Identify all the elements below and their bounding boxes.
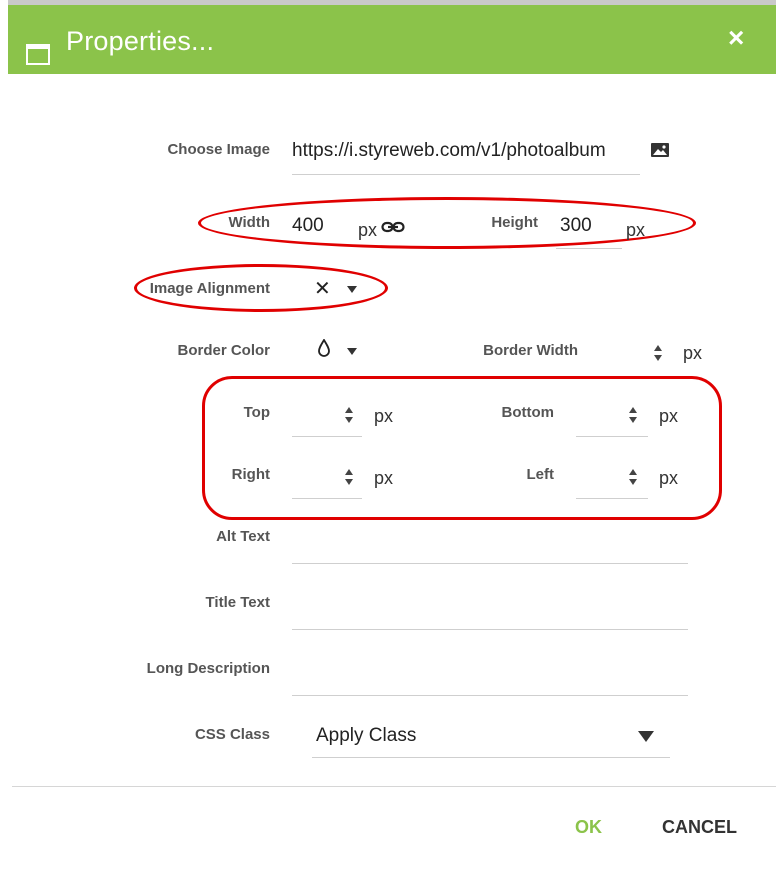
bottom-spinner[interactable] xyxy=(627,406,639,426)
css-class-select[interactable]: Apply Class xyxy=(316,725,416,747)
right-spinner[interactable] xyxy=(343,468,355,488)
long-description-label: Long Description xyxy=(146,660,270,677)
left-underline xyxy=(576,498,648,499)
title-text-input[interactable] xyxy=(292,629,688,630)
width-input[interactable]: 400 xyxy=(292,215,324,237)
width-label: Width xyxy=(228,214,270,231)
css-class-underline xyxy=(312,757,670,758)
left-spinner[interactable] xyxy=(627,468,639,488)
border-color-caret[interactable] xyxy=(347,348,357,355)
dialog-title: Properties... xyxy=(66,26,215,56)
left-unit: px xyxy=(659,468,679,488)
right-label: Right xyxy=(231,466,270,483)
css-class-dropdown-caret[interactable] xyxy=(638,731,654,742)
border-width-spinner[interactable] xyxy=(652,344,664,364)
alt-text-label: Alt Text xyxy=(216,528,270,545)
height-underline xyxy=(556,248,622,249)
top-unit: px xyxy=(374,406,394,426)
height-input[interactable]: 300 xyxy=(560,215,592,237)
height-unit: px xyxy=(626,220,646,240)
top-spinner[interactable] xyxy=(343,406,355,426)
choose-image-label: Choose Image xyxy=(167,141,270,158)
image-url-underline xyxy=(292,174,640,175)
color-drop-icon[interactable] xyxy=(317,339,331,357)
alignment-dropdown-caret[interactable] xyxy=(347,286,357,293)
left-label: Left xyxy=(526,466,555,483)
window-icon xyxy=(26,44,50,65)
close-icon[interactable]: × xyxy=(728,22,744,54)
image-picker-icon[interactable] xyxy=(650,142,670,158)
border-color-label: Border Color xyxy=(177,342,270,359)
alignment-none-icon[interactable]: ✕ xyxy=(314,276,331,301)
bottom-unit: px xyxy=(659,406,679,426)
alt-text-input[interactable] xyxy=(292,563,688,564)
ok-button[interactable]: OK xyxy=(575,817,602,838)
css-class-label: CSS Class xyxy=(194,726,270,743)
right-underline xyxy=(292,498,362,499)
annotation-ellipse-size xyxy=(198,197,696,249)
cancel-button[interactable]: CANCEL xyxy=(662,817,737,838)
bottom-underline xyxy=(576,436,648,437)
height-label: Height xyxy=(491,214,538,231)
bottom-label: Bottom xyxy=(501,404,555,421)
title-text-label: Title Text xyxy=(205,594,270,611)
link-icon[interactable] xyxy=(381,221,405,233)
top-underline xyxy=(292,436,362,437)
long-description-input[interactable] xyxy=(292,695,688,696)
width-unit: px xyxy=(358,220,378,240)
border-width-unit: px xyxy=(683,343,703,363)
border-width-label: Border Width xyxy=(483,342,578,359)
image-alignment-label: Image Alignment xyxy=(149,280,270,297)
footer-divider xyxy=(12,786,776,787)
top-label: Top xyxy=(243,404,270,421)
image-url-input[interactable]: https://i.styreweb.com/v1/photoalbum xyxy=(292,140,638,162)
right-unit: px xyxy=(374,468,394,488)
